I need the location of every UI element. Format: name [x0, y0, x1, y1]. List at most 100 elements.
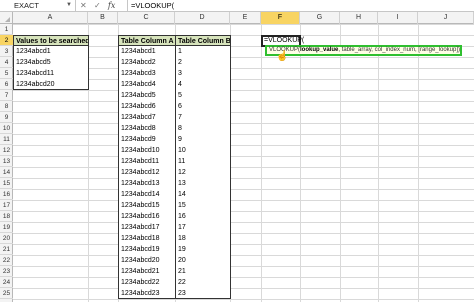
lookup-col-a-cell[interactable]: 1234abcd20	[118, 255, 176, 266]
row-header-3[interactable]: 3	[0, 46, 13, 57]
lookup-col-a-cell[interactable]: 1234abcd4	[118, 79, 176, 90]
search-value-cell[interactable]: 1234abcd5	[13, 57, 89, 68]
lookup-col-a-cell[interactable]: 1234abcd23	[118, 288, 176, 299]
lookup-col-b-cell[interactable]: 8	[175, 123, 231, 134]
row-header-23[interactable]: 23	[0, 266, 13, 277]
lookup-col-b-cell[interactable]: 7	[175, 112, 231, 123]
lookup-col-b-cell[interactable]: 5	[175, 90, 231, 101]
lookup-col-b-cell[interactable]: 11	[175, 156, 231, 167]
search-value-cell[interactable]: 1234abcd20	[13, 79, 89, 90]
lookup-col-a-cell[interactable]: 1234abcd3	[118, 68, 176, 79]
row-header-1[interactable]: 1	[0, 24, 13, 35]
lookup-col-b-cell[interactable]: 10	[175, 145, 231, 156]
column-header-j[interactable]: J	[418, 12, 474, 24]
column-header-g[interactable]: G	[300, 12, 340, 24]
search-value-cell[interactable]: 1234abcd11	[13, 68, 89, 79]
lookup-header-a-cell[interactable]: Table Column A	[118, 35, 176, 46]
lookup-col-b-cell[interactable]: 23	[175, 288, 231, 299]
grid-vline	[261, 24, 262, 302]
column-header-b[interactable]: B	[88, 12, 118, 24]
row-header-24[interactable]: 24	[0, 277, 13, 288]
lookup-col-a-cell[interactable]: 1234abcd12	[118, 167, 176, 178]
lookup-col-a-cell[interactable]: 1234abcd8	[118, 123, 176, 134]
row-header-12[interactable]: 12	[0, 145, 13, 156]
lookup-header-b-cell[interactable]: Table Column B	[175, 35, 231, 46]
lookup-col-b-cell[interactable]: 13	[175, 178, 231, 189]
row-header-15[interactable]: 15	[0, 178, 13, 189]
lookup-col-a-cell[interactable]: 1234abcd13	[118, 178, 176, 189]
row-header-17[interactable]: 17	[0, 200, 13, 211]
column-header-f[interactable]: F	[261, 12, 300, 24]
lookup-col-a-cell[interactable]: 1234abcd5	[118, 90, 176, 101]
formula-input[interactable]: =VLOOKUP(	[127, 0, 474, 11]
grid-hline	[13, 145, 474, 146]
lookup-col-b-cell[interactable]: 12	[175, 167, 231, 178]
lookup-col-b-cell[interactable]: 14	[175, 189, 231, 200]
lookup-col-a-cell[interactable]: 1234abcd22	[118, 277, 176, 288]
row-header-5[interactable]: 5	[0, 68, 13, 79]
row-header-7[interactable]: 7	[0, 90, 13, 101]
lookup-col-b-cell[interactable]: 21	[175, 266, 231, 277]
row-header-6[interactable]: 6	[0, 79, 13, 90]
row-header-14[interactable]: 14	[0, 167, 13, 178]
select-all-corner[interactable]	[0, 12, 13, 24]
grid-hline	[13, 90, 474, 91]
lookup-col-a-cell[interactable]: 1234abcd16	[118, 211, 176, 222]
lookup-col-b-cell[interactable]: 6	[175, 101, 231, 112]
column-header-i[interactable]: I	[378, 12, 418, 24]
row-header-25[interactable]: 25	[0, 288, 13, 299]
lookup-col-a-cell[interactable]: 1234abcd18	[118, 233, 176, 244]
column-header-d[interactable]: D	[175, 12, 230, 24]
row-header-18[interactable]: 18	[0, 211, 13, 222]
lookup-col-a-cell[interactable]: 1234abcd9	[118, 134, 176, 145]
insert-function-icon[interactable]: fx	[108, 1, 115, 10]
lookup-col-a-cell[interactable]: 1234abcd7	[118, 112, 176, 123]
column-header-a[interactable]: A	[13, 12, 88, 24]
row-header-13[interactable]: 13	[0, 156, 13, 167]
lookup-col-b-cell[interactable]: 3	[175, 68, 231, 79]
lookup-col-a-cell[interactable]: 1234abcd19	[118, 244, 176, 255]
row-header-16[interactable]: 16	[0, 189, 13, 200]
column-header-e[interactable]: E	[230, 12, 261, 24]
row-header-4[interactable]: 4	[0, 57, 13, 68]
function-tooltip[interactable]: VLOOKUP(lookup_value, table_array, col_i…	[265, 45, 462, 56]
lookup-col-a-cell[interactable]: 1234abcd2	[118, 57, 176, 68]
cancel-icon[interactable]: ✕	[80, 1, 87, 10]
column-header-c[interactable]: C	[118, 12, 175, 24]
lookup-col-b-cell[interactable]: 17	[175, 222, 231, 233]
lookup-col-b-cell[interactable]: 16	[175, 211, 231, 222]
lookup-col-a-cell[interactable]: 1234abcd14	[118, 189, 176, 200]
lookup-col-b-cell[interactable]: 22	[175, 277, 231, 288]
column-header-h[interactable]: H	[340, 12, 378, 24]
name-box[interactable]: EXACT ▼	[0, 0, 76, 11]
row-header-10[interactable]: 10	[0, 123, 13, 134]
lookup-col-b-cell[interactable]: 20	[175, 255, 231, 266]
lookup-col-b-cell[interactable]: 19	[175, 244, 231, 255]
row-header-20[interactable]: 20	[0, 233, 13, 244]
row-header-22[interactable]: 22	[0, 255, 13, 266]
lookup-col-a-cell[interactable]: 1234abcd21	[118, 266, 176, 277]
lookup-col-a-cell[interactable]: 1234abcd1	[118, 46, 176, 57]
lookup-col-b-cell[interactable]: 9	[175, 134, 231, 145]
lookup-col-a-cell[interactable]: 1234abcd10	[118, 145, 176, 156]
lookup-col-b-cell[interactable]: 2	[175, 57, 231, 68]
row-header-19[interactable]: 19	[0, 222, 13, 233]
row-header-21[interactable]: 21	[0, 244, 13, 255]
row-header-2[interactable]: 2	[0, 35, 13, 46]
lookup-col-a-cell[interactable]: 1234abcd11	[118, 156, 176, 167]
row-header-8[interactable]: 8	[0, 101, 13, 112]
lookup-col-a-cell[interactable]: 1234abcd15	[118, 200, 176, 211]
search-value-cell[interactable]: 1234abcd1	[13, 46, 89, 57]
search-header-cell[interactable]: Values to be searched	[13, 35, 89, 46]
lookup-col-a-cell[interactable]: 1234abcd17	[118, 222, 176, 233]
chevron-down-icon[interactable]: ▼	[66, 0, 72, 11]
lookup-col-b-cell[interactable]: 15	[175, 200, 231, 211]
grid-hline	[13, 233, 474, 234]
lookup-col-a-cell[interactable]: 1234abcd6	[118, 101, 176, 112]
row-header-9[interactable]: 9	[0, 112, 13, 123]
lookup-col-b-cell[interactable]: 18	[175, 233, 231, 244]
lookup-col-b-cell[interactable]: 1	[175, 46, 231, 57]
row-header-11[interactable]: 11	[0, 134, 13, 145]
enter-icon[interactable]: ✓	[94, 1, 101, 10]
lookup-col-b-cell[interactable]: 4	[175, 79, 231, 90]
